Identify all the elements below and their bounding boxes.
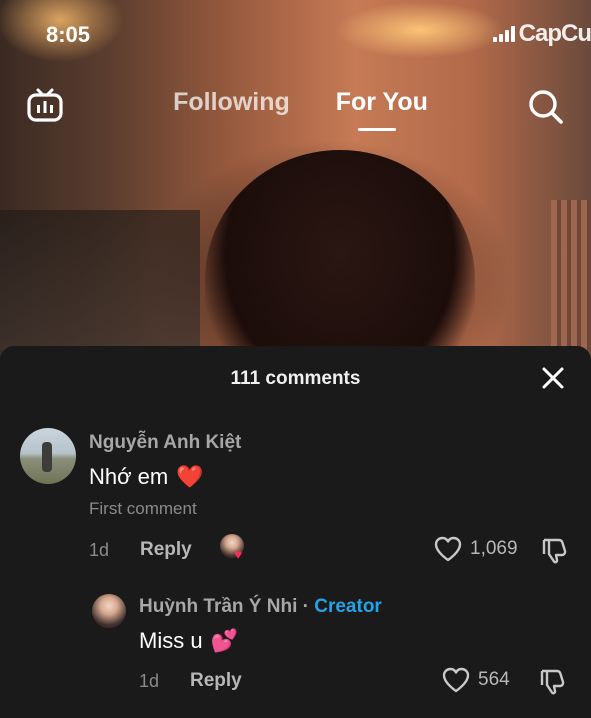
capcut-watermark: CapCu [518,20,591,47]
status-indicators: CapCu [492,18,591,50]
like-button[interactable]: 564 [442,667,510,693]
tab-for-you[interactable]: For You [326,88,428,117]
comments-sheet: 111 comments Nguyễn Anh Kiệt Nhớ em ❤️ F… [0,346,591,718]
close-icon[interactable] [541,366,565,395]
comment-body: Nhớ em [89,464,169,489]
video-shelf [0,210,200,350]
creator-username[interactable]: Huỳnh Trần Ý Nhi [139,596,297,617]
avatar[interactable] [92,594,126,628]
comment-age: 1d [139,671,160,691]
video-player[interactable] [0,0,591,380]
comment-body: Miss u [139,628,203,653]
comment-username[interactable]: Nguyễn Anh Kiệt [89,432,241,454]
search-icon[interactable] [527,88,565,131]
like-button[interactable]: 1,069 [434,536,518,562]
comment-text: Miss u 💕 [139,628,238,654]
heart-icon: ♥ [234,546,243,562]
heart-outline-icon [434,536,462,562]
liked-by-creator-badge: ♥ [220,534,250,564]
like-count: 564 [478,669,510,690]
dislike-icon[interactable] [538,667,566,700]
video-blind [551,200,591,350]
status-time: 8:05 [46,22,91,47]
heart-emoji: ❤️ [176,464,204,489]
comment-age: 1d [89,540,110,560]
dislike-icon[interactable] [540,536,568,569]
reply-button[interactable]: Reply [190,670,242,692]
first-comment-tag: First comment [89,499,197,518]
signal-icon [492,26,515,42]
creator-badge: Creator [314,596,382,617]
comment-text: Nhớ em ❤️ [89,464,204,490]
avatar[interactable] [20,428,76,484]
tab-following[interactable]: Following [163,88,290,117]
feed-tabs: Following For You [0,88,591,117]
like-count: 1,069 [470,538,518,559]
separator: · [302,596,309,617]
comment-username: Huỳnh Trần Ý Nhi · Creator [139,596,382,618]
two-hearts-emoji: 💕 [210,628,238,653]
comments-count-title: 111 comments [230,368,361,389]
heart-outline-icon [442,667,470,693]
reply-button[interactable]: Reply [140,539,192,561]
